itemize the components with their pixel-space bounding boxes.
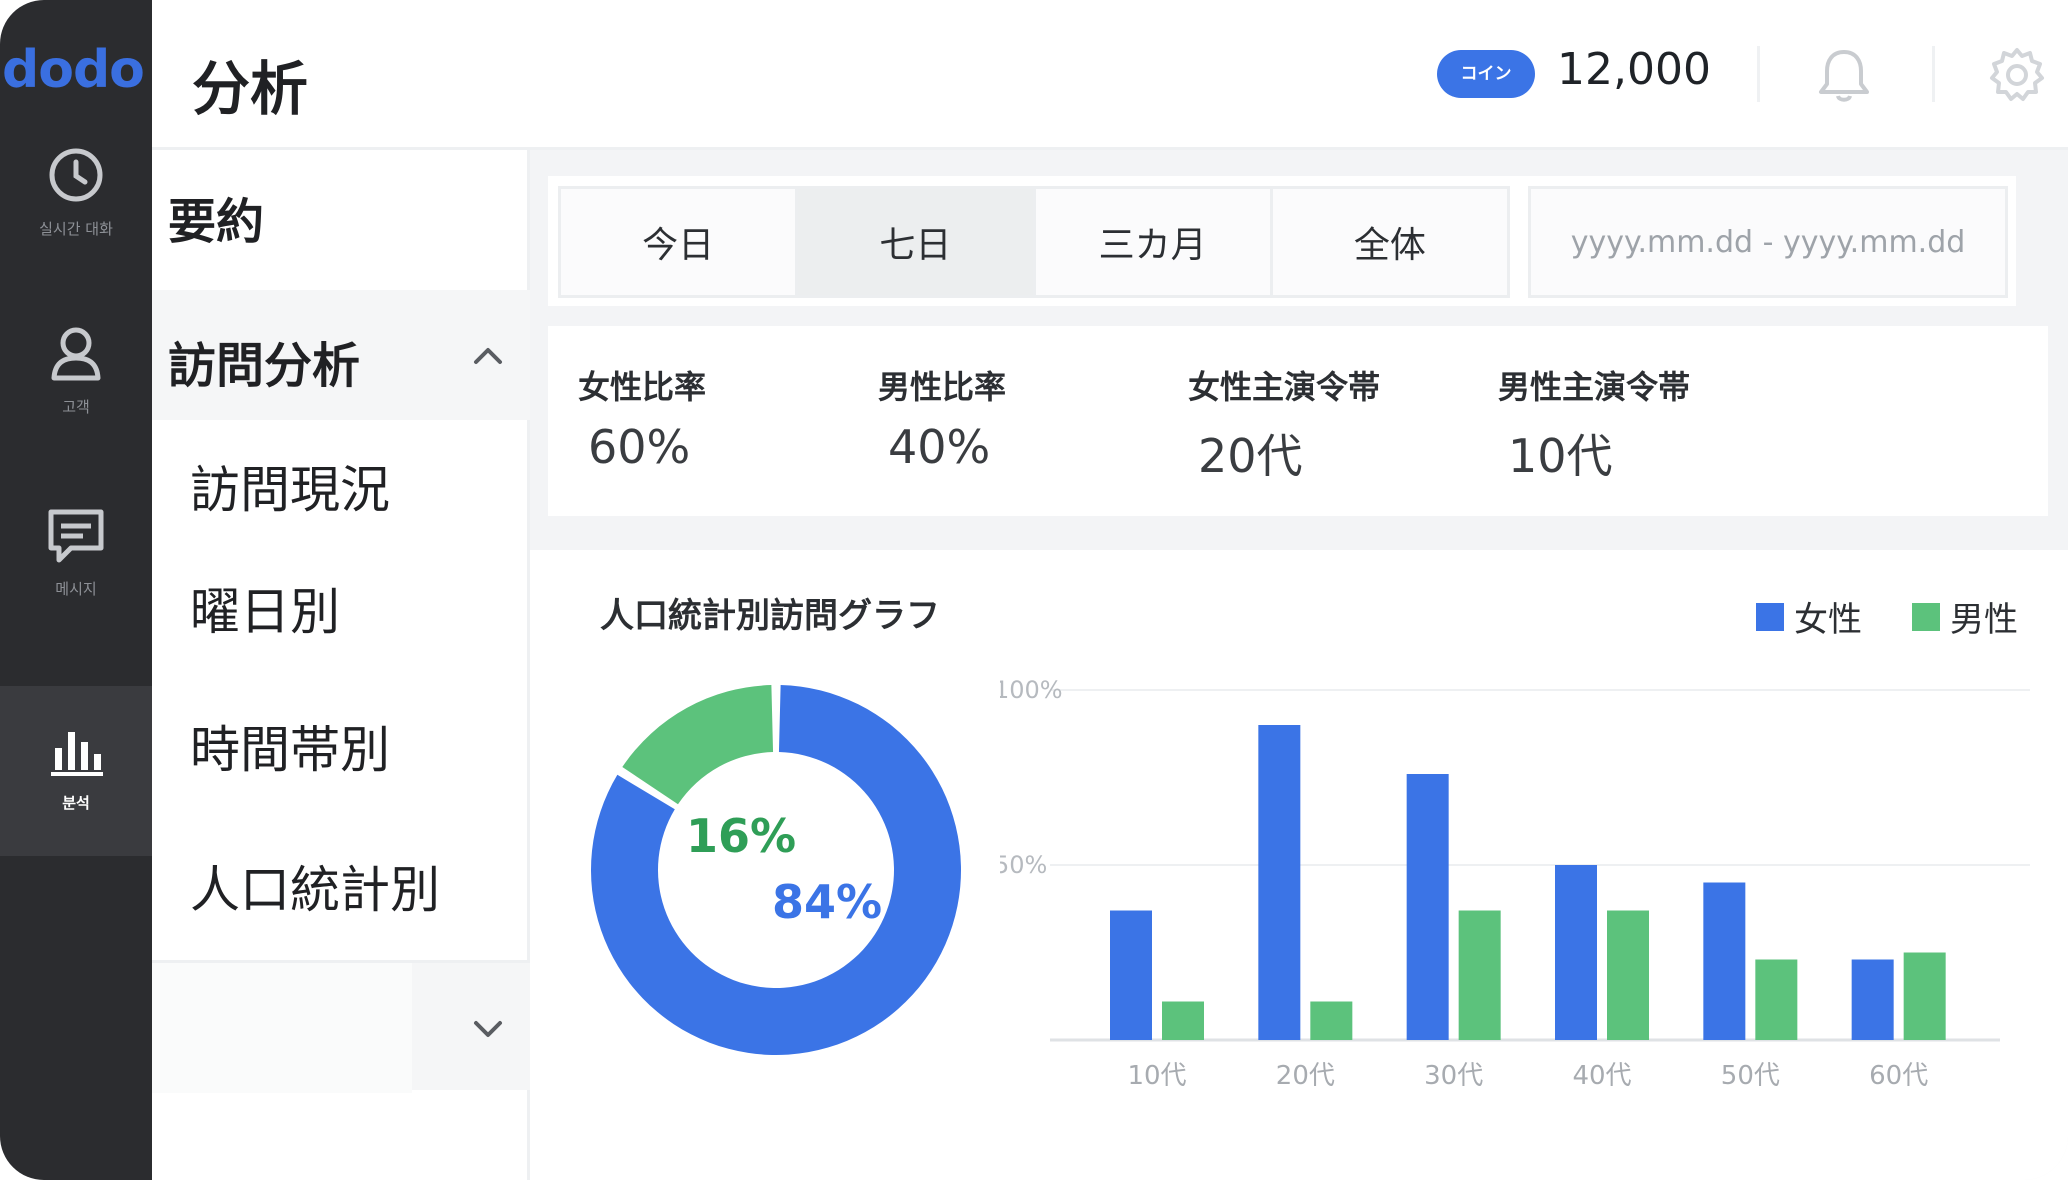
legend-label: 女性: [1794, 600, 1862, 640]
chevron-down-icon[interactable]: [468, 1009, 508, 1049]
bar-male: [1162, 1001, 1204, 1040]
tab-today[interactable]: 今日: [561, 189, 799, 295]
bar-male: [1903, 952, 1946, 1040]
legend-swatch-male: [1912, 602, 1940, 631]
x-tick-label: 30代: [1424, 1061, 1483, 1091]
legend-item-male: 男性: [1912, 592, 2018, 641]
rail-item-realtime-chat[interactable]: 실시간 대화: [0, 140, 152, 310]
stat-male-ratio: 男性比率 40%: [878, 362, 1006, 474]
stat-value: 10代: [1508, 429, 1613, 483]
stat-label: 女性比率: [578, 368, 707, 406]
bar-female: [1555, 865, 1597, 1040]
tab-three-months[interactable]: 三カ月: [1035, 189, 1273, 295]
submenu-collapsed-group-body: [152, 963, 412, 1093]
y-tick-label: 100%: [1000, 676, 1063, 704]
x-tick-label: 50代: [1721, 1061, 1780, 1091]
top-header: 分析 コイン 12,000: [152, 0, 2068, 150]
rail-item-label: 분석: [62, 794, 90, 812]
submenu-item-by-timeslot[interactable]: 時間帯別: [190, 710, 390, 782]
donut-slice-male: [622, 685, 774, 805]
x-tick-label: 40代: [1572, 1061, 1631, 1091]
header-divider: [1932, 46, 1935, 102]
chevron-up-icon[interactable]: [468, 336, 508, 376]
stat-label: 男性主演令帯: [1498, 368, 1691, 406]
coin-amount: 12,000: [1557, 44, 1711, 95]
submenu-collapsed-group[interactable]: [152, 960, 530, 1093]
demographics-graph-card: 人口統計別訪問グラフ 女性 男性 16% 84% 100% 50% 10代 20代 30代…: [530, 550, 2068, 1180]
stat-value: 20代: [1198, 429, 1303, 483]
tab-seven-days[interactable]: 七日: [798, 189, 1036, 295]
submenu-summary[interactable]: 要約: [168, 182, 264, 252]
bar-male: [1607, 910, 1649, 1040]
rail-item-label: 메시지: [55, 580, 97, 598]
bar-male: [1458, 910, 1501, 1040]
gear-icon[interactable]: [1982, 40, 2052, 110]
bar-chart-icon: [51, 732, 103, 776]
submenu-item-by-weekday[interactable]: 曜日別: [190, 572, 340, 644]
donut-label-female: 84%: [772, 875, 882, 929]
stat-female-ratio: 女性比率 60%: [578, 362, 706, 474]
x-tick-label: 60代: [1869, 1061, 1928, 1091]
stat-label: 女性主演令帯: [1188, 368, 1381, 406]
header-divider: [1757, 46, 1760, 102]
clock-icon: [49, 148, 103, 202]
submenu-group-visit-analysis[interactable]: 訪問分析: [152, 290, 530, 420]
submenu-item-visit-status[interactable]: 訪問現況: [190, 450, 390, 522]
legend-swatch-female: [1756, 602, 1784, 631]
x-tick-label: 10代: [1127, 1061, 1186, 1091]
left-rail: dodo 실시간 대화 고객 메시지 분석: [0, 0, 152, 1180]
bar-male: [1755, 959, 1798, 1040]
y-tick-label: 50%: [1000, 851, 1047, 879]
period-tabs: 今日 七日 三カ月 全体: [558, 186, 1510, 298]
rail-item-messages[interactable]: 메시지: [0, 500, 152, 670]
bell-icon[interactable]: [1809, 40, 1879, 110]
legend-label: 男性: [1950, 600, 2018, 640]
donut-label-male: 16%: [686, 809, 796, 863]
rail-item-label: 실시간 대화: [39, 220, 113, 238]
bar-female: [1703, 882, 1746, 1040]
submenu-item-by-demographics[interactable]: 人口統計別: [190, 850, 440, 922]
analytics-submenu: 要約 訪問分析 訪問現況 曜日別 時間帯別 人口統計別: [152, 150, 530, 1180]
app-window: dodo 실시간 대화 고객 메시지 분석 分析 コイン 12,000 要約 訪…: [0, 0, 2068, 1180]
x-tick-label: 20代: [1276, 1061, 1335, 1091]
bar-female: [1110, 910, 1152, 1040]
donut-chart: 16%84%: [591, 685, 961, 1055]
stat-value: 40%: [888, 420, 991, 474]
user-icon: [51, 327, 101, 381]
stat-female-main-age: 女性主演令帯 20代: [1188, 362, 1380, 486]
chart-legend: 女性 男性: [1756, 592, 2018, 641]
stat-male-main-age: 男性主演令帯 10代: [1498, 362, 1690, 486]
legend-item-female: 女性: [1756, 592, 1862, 641]
graph-title: 人口統計別訪問グラフ: [600, 596, 940, 636]
rail-item-customers[interactable]: 고객: [0, 318, 152, 488]
date-range-input[interactable]: yyyy.mm.dd - yyyy.mm.dd: [1528, 186, 2008, 298]
app-logo[interactable]: dodo: [0, 40, 152, 100]
coin-badge: コイン: [1437, 50, 1535, 98]
stat-label: 男性比率: [878, 368, 1007, 406]
page-title: 分析: [192, 55, 309, 123]
summary-stats: 女性比率 60% 男性比率 40% 女性主演令帯 20代 男性主演令帯 10代: [548, 326, 2048, 516]
bar-female: [1258, 725, 1301, 1040]
tab-all[interactable]: 全体: [1272, 189, 1507, 295]
message-icon: [48, 509, 104, 563]
bar-female: [1406, 774, 1449, 1040]
rail-item-label: 고객: [62, 398, 90, 416]
bar-chart: 100% 50% 10代 20代 30代 40代 50代 60代: [1000, 676, 2030, 1091]
main-content: 今日 七日 三カ月 全体 yyyy.mm.dd - yyyy.mm.dd 女性比…: [530, 150, 2068, 1180]
period-filter-bar: 今日 七日 三カ月 全体 yyyy.mm.dd - yyyy.mm.dd: [548, 176, 2016, 306]
bar-female: [1851, 959, 1894, 1040]
rail-item-analytics[interactable]: 분석: [0, 686, 152, 856]
submenu-group-label: 訪問分析: [168, 338, 361, 394]
stat-value: 60%: [588, 420, 691, 474]
bar-male: [1310, 1001, 1353, 1040]
